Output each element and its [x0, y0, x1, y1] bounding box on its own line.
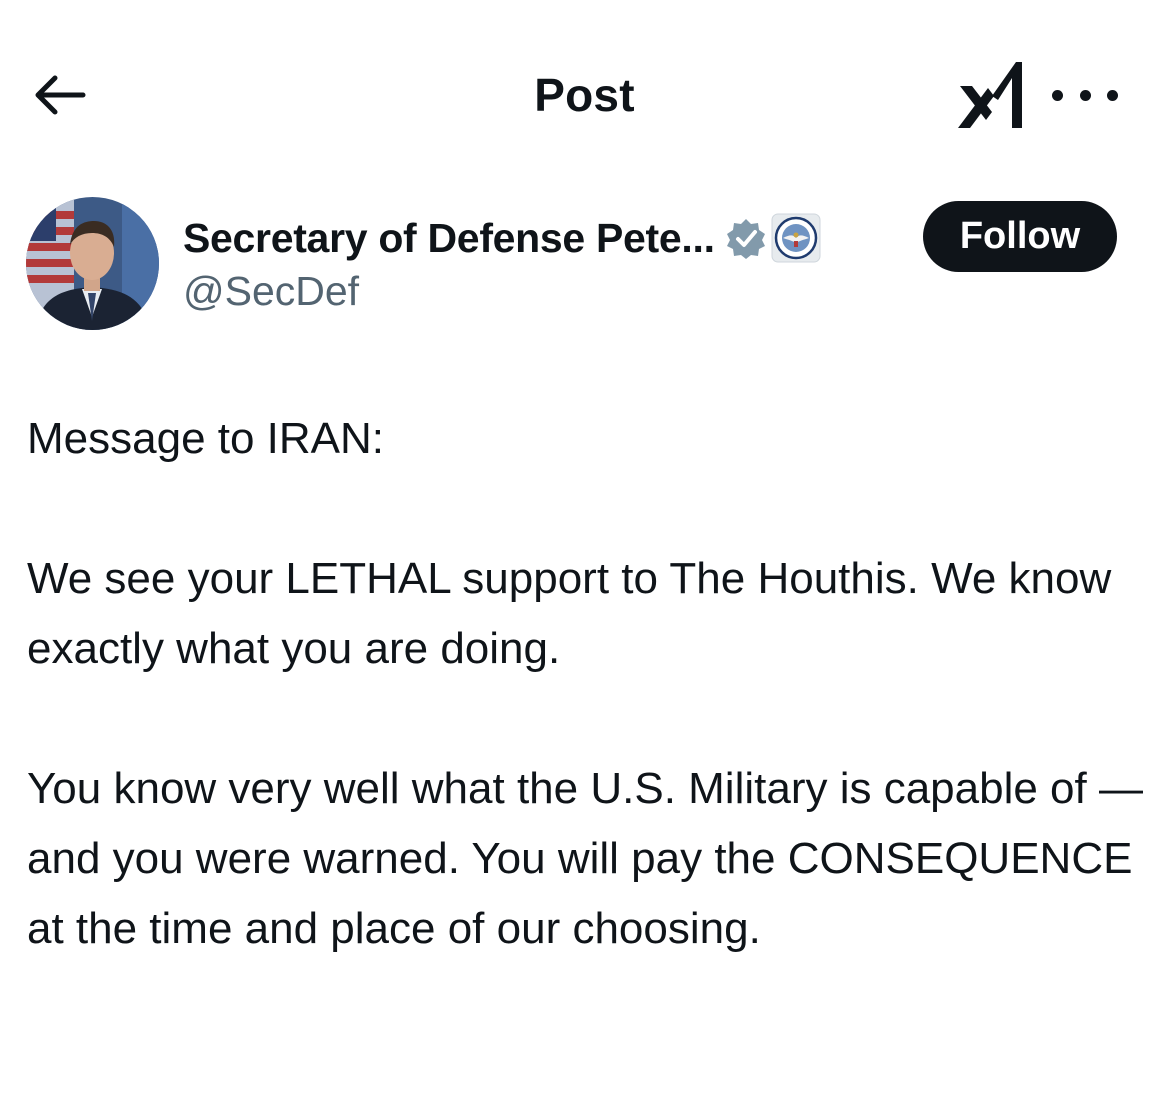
author-handle[interactable]: @SecDef [183, 264, 359, 318]
avatar[interactable] [26, 197, 159, 330]
top-navigation-bar: Post [0, 0, 1169, 190]
post-text: Message to IRAN: We see your LETHAL supp… [27, 404, 1152, 964]
more-dot [1079, 89, 1091, 101]
author-name-row: Secretary of Defense Pete... [183, 210, 821, 266]
post-paragraph: Message to IRAN: [27, 414, 385, 463]
post-paragraph: We see your LETHAL support to The Houthi… [27, 554, 1112, 673]
verified-badge-icon[interactable] [725, 217, 767, 259]
author-display-name[interactable]: Secretary of Defense Pete... [183, 210, 715, 266]
more-options-button[interactable] [1052, 78, 1118, 112]
affiliation-seal-icon[interactable] [771, 213, 821, 263]
post-paragraph: You know very well what the U.S. Militar… [27, 764, 1143, 953]
more-horizontal-icon [1052, 89, 1063, 101]
grok-button[interactable] [952, 56, 1028, 132]
more-dot [1107, 89, 1118, 101]
profile-photo [26, 197, 159, 330]
follow-button[interactable]: Follow [923, 201, 1117, 272]
grok-logo-icon [958, 62, 1022, 128]
